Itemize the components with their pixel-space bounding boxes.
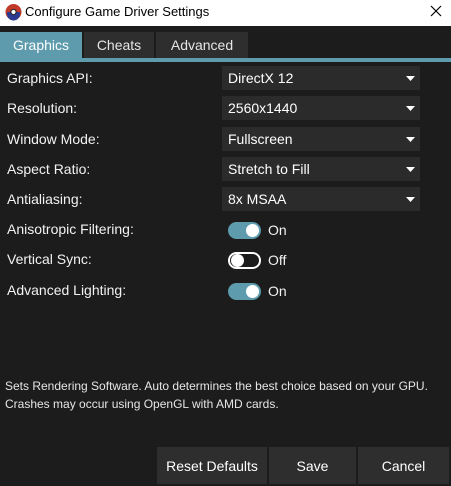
aspect-ratio-label: Aspect Ratio: bbox=[7, 161, 91, 177]
advanced-lighting-toggle[interactable] bbox=[228, 283, 261, 300]
title-bar: Configure Game Driver Settings bbox=[0, 0, 451, 26]
tab-graphics[interactable]: Graphics bbox=[0, 32, 82, 58]
window-title: Configure Game Driver Settings bbox=[25, 4, 210, 19]
graphics-api-select[interactable]: DirectX 12 bbox=[222, 66, 420, 90]
graphics-api-value: DirectX 12 bbox=[228, 70, 294, 86]
anisotropic-filtering-label: Anisotropic Filtering: bbox=[7, 221, 134, 237]
dropdown-arrow-icon bbox=[400, 66, 420, 90]
dropdown-arrow-icon bbox=[400, 157, 420, 181]
anisotropic-filtering-state: On bbox=[268, 222, 287, 238]
save-button[interactable]: Save bbox=[269, 447, 356, 484]
close-button[interactable] bbox=[421, 0, 451, 26]
settings-window: Configure Game Driver Settings Graphics … bbox=[0, 0, 451, 486]
resolution-value: 2560x1440 bbox=[228, 100, 298, 116]
graphics-api-label: Graphics API: bbox=[7, 70, 93, 86]
antialiasing-select[interactable]: 8x MSAA bbox=[222, 187, 420, 211]
toggle-knob bbox=[231, 254, 244, 267]
dropdown-arrow-icon bbox=[400, 96, 420, 120]
reset-defaults-button[interactable]: Reset Defaults bbox=[157, 447, 267, 484]
cancel-button[interactable]: Cancel bbox=[358, 447, 449, 484]
game-controller-icon bbox=[5, 3, 22, 21]
anisotropic-filtering-toggle[interactable] bbox=[228, 222, 261, 239]
tab-advanced[interactable]: Advanced bbox=[156, 32, 248, 58]
advanced-lighting-label: Advanced Lighting: bbox=[7, 282, 127, 298]
window-mode-label: Window Mode: bbox=[7, 131, 100, 147]
vertical-sync-state: Off bbox=[268, 252, 287, 268]
tab-bar: Graphics Cheats Advanced bbox=[0, 30, 451, 62]
window-mode-select[interactable]: Fullscreen bbox=[222, 127, 420, 151]
tab-cheats[interactable]: Cheats bbox=[84, 32, 154, 58]
antialiasing-label: Antialiasing: bbox=[7, 191, 83, 207]
dropdown-arrow-icon bbox=[400, 187, 420, 211]
vertical-sync-label: Vertical Sync: bbox=[7, 251, 92, 267]
toggle-knob bbox=[246, 285, 259, 298]
dropdown-arrow-icon bbox=[400, 127, 420, 151]
vertical-sync-toggle[interactable] bbox=[228, 252, 261, 269]
description-line-2: Crashes may occur using OpenGL with AMD … bbox=[5, 397, 279, 411]
close-icon bbox=[430, 4, 442, 22]
aspect-ratio-value: Stretch to Fill bbox=[228, 161, 310, 177]
toggle-knob bbox=[246, 224, 259, 237]
button-bar: Reset Defaults Save Cancel bbox=[0, 447, 451, 486]
advanced-lighting-state: On bbox=[268, 283, 287, 299]
description-line-1: Sets Rendering Software. Auto determines… bbox=[5, 379, 428, 393]
resolution-label: Resolution: bbox=[7, 100, 78, 116]
resolution-select[interactable]: 2560x1440 bbox=[222, 96, 420, 120]
antialiasing-value: 8x MSAA bbox=[228, 191, 287, 207]
setting-description: Sets Rendering Software. Auto determines… bbox=[5, 377, 445, 413]
window-mode-value: Fullscreen bbox=[228, 131, 293, 147]
aspect-ratio-select[interactable]: Stretch to Fill bbox=[222, 157, 420, 181]
